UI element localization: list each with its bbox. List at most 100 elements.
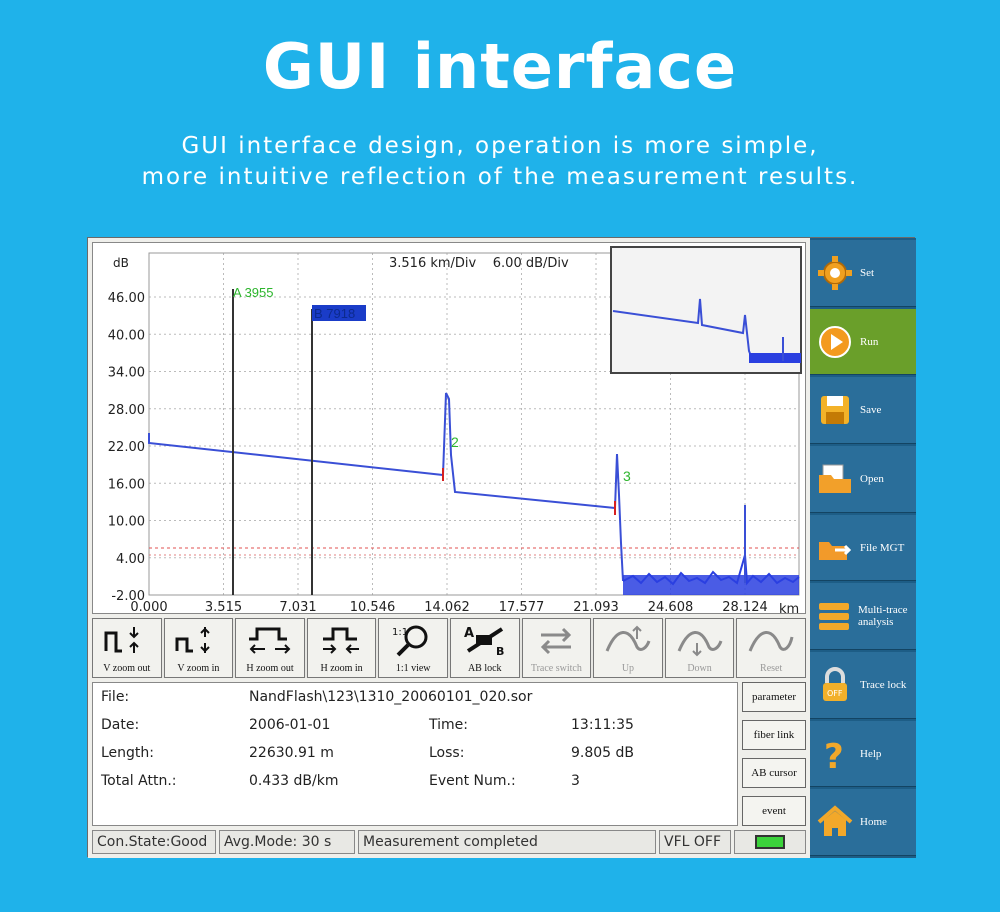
otdr-device-screen: 46.00 40.00 34.00 28.00 22.00 16.00 10.00 4.00-… (87, 237, 916, 858)
svg-text:A: A (464, 626, 474, 641)
toolbar-button-h-zoom-in[interactable]: H zoom in (306, 618, 377, 678)
cursor-a-label: A 3955 (233, 285, 274, 300)
menu-item-run[interactable]: Run (810, 308, 916, 376)
attenuation-label: Total Attn.: (101, 773, 177, 789)
attenuation-value: 0.433 dB/km (249, 773, 339, 789)
ab-cursor-button[interactable]: AB cursor (742, 758, 806, 788)
toolbar-button-trace-switch[interactable]: Trace switch (521, 618, 592, 678)
status-bar: Con.State:Good Avg.Mode: 30 s Measuremen… (92, 830, 806, 854)
time-label: Time: (429, 717, 468, 733)
menu-item-label: Home (860, 816, 887, 829)
fiber-link-button[interactable]: fiber link (742, 720, 806, 750)
average-mode: Avg.Mode: 30 s (219, 830, 355, 854)
menu-item-label: File MGT (860, 541, 905, 554)
subtitle-line-1: GUI interface design, operation is more … (181, 133, 819, 159)
toolbar-button-label: H zoom out (246, 663, 294, 674)
toolbar-button-1-1-view[interactable]: 1:1 1:1 view (378, 618, 448, 678)
toolbar-button-up[interactable]: Up (593, 618, 663, 678)
measurement-info-panel: File: NandFlash\123\1310_20060101_020.so… (92, 682, 738, 826)
menu-item-multi-trace-analysis[interactable]: Multi-trace analysis (810, 583, 916, 651)
page-headline: GUI interface (262, 30, 738, 103)
event-count-value: 3 (571, 773, 580, 789)
menu-item-label: Set (860, 266, 875, 279)
trace-plot[interactable]: 46.0040.0034.0028.0022.0016.0010.004.00-… (93, 243, 807, 615)
file-label: File: (101, 689, 130, 705)
gear-icon (816, 254, 854, 292)
menu-item-label: Run (860, 335, 879, 348)
event-label-2: 2 (451, 434, 459, 450)
scale-readout: 3.516 km/Div 6.00 dB/Div (389, 256, 569, 271)
toolbar-button-label: Up (621, 663, 635, 674)
vfl-state: VFL OFF (659, 830, 731, 854)
svg-text:OFF: OFF (827, 689, 843, 698)
menu-item-open[interactable]: Open (810, 446, 916, 513)
toolbar-button-reset[interactable]: Reset (736, 618, 806, 678)
x-tick-label: 3.515 (205, 600, 242, 615)
x-tick-label: 7.031 (279, 600, 316, 615)
trace-chart[interactable]: 46.00 40.00 34.00 28.00 22.00 16.00 10.00 4.00-… (92, 242, 807, 615)
x-tick-label: 17.577 (499, 600, 545, 615)
length-value: 22630.91 m (249, 745, 334, 761)
toolbar-button-label: V zoom in (177, 663, 220, 674)
overview-inset[interactable] (610, 246, 802, 374)
menu-item-trace-lock[interactable]: OFF Trace lock (810, 652, 916, 719)
y-tick-label: 34.00 (108, 366, 145, 381)
toolbar-button-ab-lock[interactable]: A B AB lock (449, 618, 520, 678)
loss-value: 9.805 dB (571, 745, 635, 761)
menu-item-label: Multi-trace analysis (858, 604, 908, 629)
event-button[interactable]: event (742, 796, 806, 826)
toolbar-button-h-zoom-out[interactable]: H zoom out (235, 618, 305, 678)
multi-trace-icon (816, 597, 852, 635)
play-icon (816, 323, 854, 361)
toolbar-button-label: AB lock (467, 663, 502, 674)
toolbar-button-v-zoom-in[interactable]: V zoom in (163, 618, 234, 678)
y-tick-label: 4.00 (116, 552, 145, 567)
x-tick-label: 10.546 (350, 600, 396, 615)
x-tick-label: 24.608 (648, 600, 694, 615)
y-tick-label: 46.00 (108, 291, 145, 306)
y-tick-label: 16.00 (108, 477, 145, 492)
loss-label: Loss: (429, 745, 465, 761)
length-label: Length: (101, 745, 155, 761)
y-tick-label: 22.00 (108, 440, 145, 455)
x-tick-label: 14.062 (424, 600, 470, 615)
battery-indicator (734, 830, 806, 854)
time-value: 13:11:35 (571, 717, 634, 733)
trace-line (148, 392, 624, 582)
status-message: Measurement completed (358, 830, 656, 854)
noise-fill (623, 575, 799, 595)
menu-item-label: Open (860, 472, 884, 485)
date-value: 2006-01-01 (249, 717, 331, 733)
menu-item-set[interactable]: Set (810, 240, 916, 307)
toolbar-button-v-zoom-out[interactable]: V zoom out (92, 618, 162, 678)
subtitle-line-2: more intuitive reflection of the measure… (141, 164, 859, 190)
x-unit-label: km (779, 602, 799, 615)
toolbar-button-down[interactable]: Down (664, 618, 735, 678)
menu-item-label: Save (860, 404, 882, 417)
file-value: NandFlash\123\1310_20060101_020.sor (249, 689, 533, 705)
folder-icon (816, 460, 854, 498)
svg-text:?: ? (824, 737, 844, 772)
menu-item-help[interactable]: ? Help (810, 720, 916, 788)
event-label-3: 3 (623, 468, 631, 484)
toolbar-button-label: V zoom out (103, 663, 151, 674)
event-count-label: Event Num.: (429, 773, 516, 789)
parameter-button[interactable]: parameter (742, 682, 806, 712)
home-icon (816, 803, 854, 841)
date-label: Date: (101, 717, 140, 733)
cursor-b-label: B 7918 (314, 306, 355, 321)
menu-item-file-mgt[interactable]: File MGT (810, 514, 916, 582)
y-unit-label: dB (113, 256, 129, 270)
y-tick-label: 40.00 (108, 328, 145, 343)
toolbar-button-label: Down (687, 663, 712, 674)
toolbar-button-label: Trace switch (530, 663, 582, 674)
file-manager-icon (816, 529, 854, 567)
x-tick-label: 21.093 (573, 600, 619, 615)
svg-text:B: B (496, 645, 504, 657)
trace-toolbar: V zoom out V zoom in H zoom out H zoom in 1:… (92, 618, 806, 678)
menu-item-home[interactable]: Home (810, 789, 916, 857)
toolbar-button-label: Reset (760, 663, 783, 674)
y-tick-label: 10.00 (108, 515, 145, 530)
menu-item-save[interactable]: Save (810, 377, 916, 445)
connection-state: Con.State:Good (92, 830, 216, 854)
